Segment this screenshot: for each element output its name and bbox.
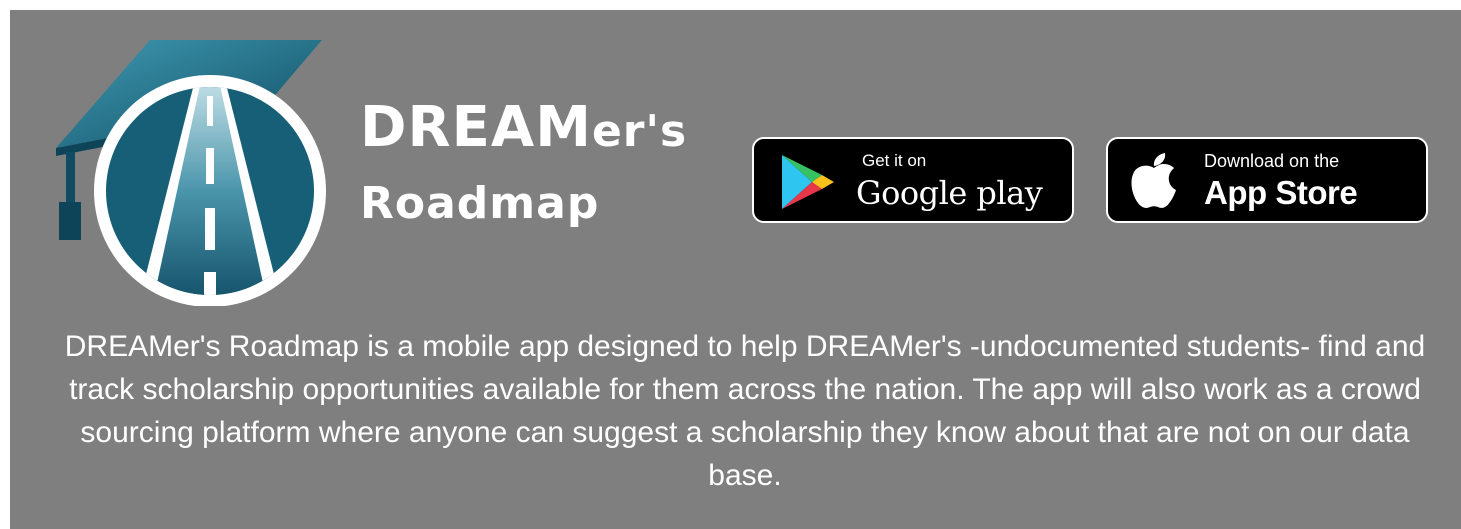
- app-title: DREAMer's Roadmap: [360, 92, 687, 240]
- tassel-cord: [66, 152, 75, 204]
- google-play-small-label: Get it on: [862, 151, 927, 170]
- app-banner: DREAMer's Roadmap Get it on Google play …: [10, 10, 1461, 529]
- google-play-icon: [782, 155, 834, 209]
- google-play-big-label: Google play: [856, 174, 1043, 212]
- apple-icon: [1131, 153, 1176, 208]
- dreamers-roadmap-logo: [56, 40, 326, 306]
- app-description: DREAMer's Roadmap is a mobile app design…: [64, 330, 1426, 492]
- app-store-small-label: Download on the: [1204, 151, 1340, 171]
- app-store-big-label: App Store: [1204, 174, 1358, 211]
- google-play-button[interactable]: Get it on Google play: [752, 137, 1074, 223]
- tassel-end: [59, 202, 81, 240]
- app-store-button[interactable]: Download on the App Store: [1106, 137, 1428, 223]
- app-title-line2: Roadmap: [360, 178, 600, 229]
- app-title-line1: DREAMer's: [360, 95, 688, 160]
